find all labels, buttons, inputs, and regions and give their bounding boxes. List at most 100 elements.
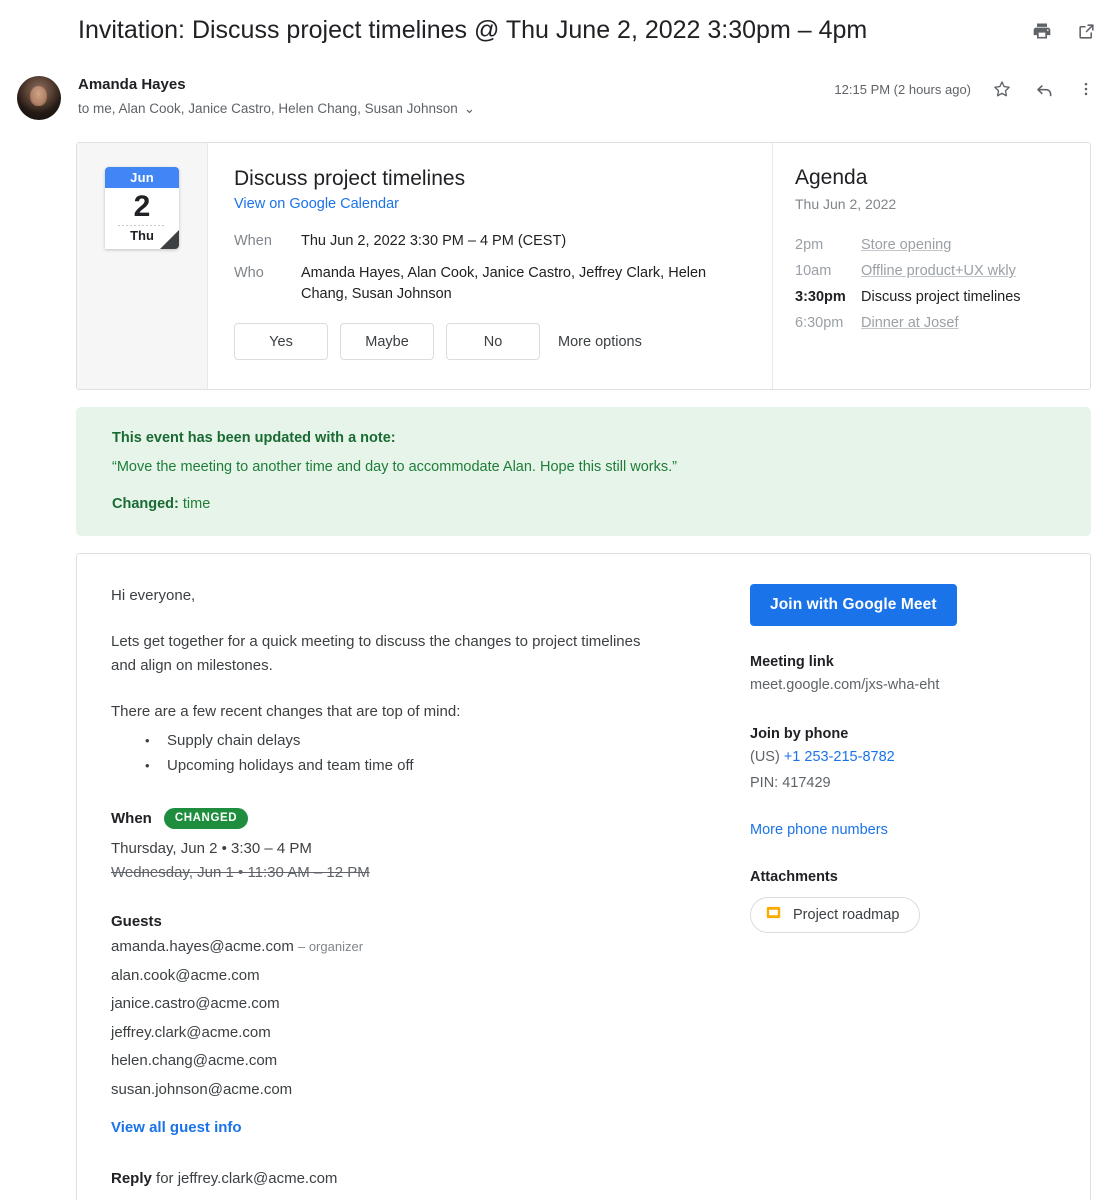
more-vert-icon[interactable] xyxy=(1075,78,1097,100)
note-body: “Move the meeting to another time and da… xyxy=(112,459,677,475)
guest-row: alan.cook@acme.com xyxy=(111,964,714,988)
agenda-item-time: 6:30pm xyxy=(795,315,844,331)
view-on-google-calendar-link[interactable]: View on Google Calendar xyxy=(234,196,399,212)
body-bullet-list: Supply chain delays Upcoming holidays an… xyxy=(111,728,714,778)
message-body-card: Hi everyone, Lets get together for a qui… xyxy=(76,553,1091,1200)
avatar-wrapper xyxy=(0,74,78,120)
guest-email: helen.chang@acme.com xyxy=(111,1052,278,1069)
calendar-divider xyxy=(118,225,166,226)
greeting-text: Hi everyone, xyxy=(111,587,196,604)
sender-info: Amanda Hayes to me, Alan Cook, Janice Ca… xyxy=(78,74,834,119)
event-updated-banner: This event has been updated with a note:… xyxy=(76,407,1091,536)
phone-number-link[interactable]: +1 253-215-8782 xyxy=(784,749,895,765)
subject-header: Invitation: Discuss project timelines @ … xyxy=(0,0,1115,62)
attachments-label: Attachments xyxy=(750,869,838,885)
note-changed-value: time xyxy=(182,496,211,512)
agenda-list: 2pm Store opening 10am Offline product+U… xyxy=(795,232,1068,336)
agenda-item-current[interactable]: 3:30pm Discuss project timelines xyxy=(795,284,1068,310)
agenda-title: Agenda xyxy=(795,166,868,189)
star-icon[interactable] xyxy=(991,78,1013,100)
open-in-new-icon[interactable] xyxy=(1075,20,1097,42)
event-who-row: Who Amanda Hayes, Alan Cook, Janice Cast… xyxy=(234,263,752,305)
guest-row: amanda.hayes@acme.com – organizer xyxy=(111,935,714,959)
agenda-item-time: 10am xyxy=(795,263,832,279)
event-fields: When Thu Jun 2, 2022 3:30 PM – 4 PM (CES… xyxy=(234,231,752,305)
avatar[interactable] xyxy=(17,76,61,120)
calendar-month: Jun xyxy=(105,167,179,188)
status-badge: CHANGED xyxy=(163,808,249,829)
agenda-item-name: Dinner at Josef xyxy=(861,315,959,331)
message-timestamp: 12:15 PM (2 hours ago) xyxy=(834,81,971,97)
guest-email: susan.johnson@acme.com xyxy=(111,1080,293,1098)
invitation-details: Discuss project timelines View on Google… xyxy=(208,143,772,389)
email-invitation-page: Invitation: Discuss project timelines @ … xyxy=(0,0,1115,1200)
calendar-chip-panel: Jun 2 Thu xyxy=(77,143,208,389)
note-changed-row: Changed: time xyxy=(112,496,1067,512)
view-all-guest-info-link[interactable]: View all guest info xyxy=(111,1119,242,1136)
guest-email: alan.cook@acme.com xyxy=(111,966,260,984)
agenda-item[interactable]: 6:30pm Dinner at Josef xyxy=(795,310,1068,336)
guest-email: amanda.hayes@acme.com xyxy=(111,938,294,955)
list-item: Supply chain delays xyxy=(145,728,714,753)
attachment-chip[interactable]: Project roadmap xyxy=(750,897,921,933)
rsvp-maybe-button[interactable]: Maybe xyxy=(340,323,434,360)
guest-email: jeffrey.clark@acme.com xyxy=(111,1023,271,1041)
body-paragraph-2: There are a few recent changes that are … xyxy=(111,703,461,720)
print-icon[interactable] xyxy=(1031,20,1053,42)
rsvp-no-button[interactable]: No xyxy=(446,323,540,360)
subject-actions xyxy=(1031,14,1097,42)
meeting-link-section: Meeting link meet.google.com/jxs-wha-eht xyxy=(750,654,1066,696)
agenda-item-time: 2pm xyxy=(795,237,824,253)
calendar-fold-icon xyxy=(160,230,179,249)
join-by-phone-section: Join by phone (US) +1 253-215-8782 PIN: … xyxy=(750,726,1066,794)
list-item: Upcoming holidays and team time off xyxy=(145,753,714,778)
guest-row: janice.castro@acme.com xyxy=(111,992,714,1016)
agenda-item[interactable]: 10am Offline product+UX wkly xyxy=(795,258,1068,284)
guests-label: Guests xyxy=(111,913,162,930)
event-title: Discuss project timelines xyxy=(234,167,466,190)
guest-email: janice.castro@acme.com xyxy=(111,995,280,1012)
phone-country-code: (US) xyxy=(750,749,780,765)
reply-for-email: for jeffrey.clark@acme.com xyxy=(156,1170,338,1187)
meeting-sidebar: Join with Google Meet Meeting link meet.… xyxy=(738,554,1090,1200)
message-header: Amanda Hayes to me, Alan Cook, Janice Ca… xyxy=(0,62,1115,124)
phone-number-row: (US) +1 253-215-8782 xyxy=(750,746,1066,768)
agenda-item-name: Discuss project timelines xyxy=(861,289,1021,305)
reply-icon[interactable] xyxy=(1033,78,1055,100)
event-who-value: Amanda Hayes, Alan Cook, Janice Castro, … xyxy=(301,265,707,302)
agenda-item[interactable]: 2pm Store opening xyxy=(795,232,1068,258)
guest-role: – organizer xyxy=(297,939,364,954)
guest-row: susan.johnson@acme.com xyxy=(111,1078,714,1102)
rsvp-more-options-link[interactable]: More options xyxy=(558,334,642,350)
event-when-label: When xyxy=(234,233,272,249)
rsvp-yes-button[interactable]: Yes xyxy=(234,323,328,360)
when-section-header: When CHANGED xyxy=(111,808,714,829)
when-old-time: Wednesday, Jun 1 • 11:30 AM – 12 PM xyxy=(111,864,370,881)
rsvp-button-group: Yes Maybe No More options xyxy=(234,323,752,360)
page-title: Invitation: Discuss project timelines @ … xyxy=(78,16,868,44)
guest-row: helen.chang@acme.com xyxy=(111,1049,714,1073)
slides-file-icon xyxy=(765,904,782,926)
meeting-link-label: Meeting link xyxy=(750,654,834,670)
agenda-item-name: Offline product+UX wkly xyxy=(861,263,1016,279)
agenda-item-time: 3:30pm xyxy=(795,289,846,305)
reply-label: Reply xyxy=(111,1170,152,1187)
agenda-panel: Agenda Thu Jun 2, 2022 2pm Store opening… xyxy=(772,143,1090,389)
event-when-value: Thu Jun 2, 2022 3:30 PM – 4 PM (CEST) xyxy=(301,233,567,249)
when-new-time: Thursday, Jun 2 • 3:30 – 4 PM xyxy=(111,840,312,857)
body-paragraph-1: Lets get together for a quick meeting to… xyxy=(111,633,641,674)
chevron-down-icon[interactable]: ⌄ xyxy=(464,99,475,119)
more-phone-numbers-link[interactable]: More phone numbers xyxy=(750,822,888,838)
guest-row: jeffrey.clark@acme.com xyxy=(111,1021,714,1045)
meeting-link-value[interactable]: meet.google.com/jxs-wha-eht xyxy=(750,674,1066,696)
join-with-google-meet-button[interactable]: Join with Google Meet xyxy=(750,584,957,626)
message-actions: 12:15 PM (2 hours ago) xyxy=(834,74,1097,100)
calendar-date-chip: Jun 2 Thu xyxy=(105,167,179,249)
sender-name: Amanda Hayes xyxy=(78,76,186,93)
calendar-weekday: Thu xyxy=(130,228,154,243)
recipient-line[interactable]: to me, Alan Cook, Janice Castro, Helen C… xyxy=(78,99,834,119)
message-body-text: Hi everyone, Lets get together for a qui… xyxy=(77,554,738,1200)
note-changed-label: Changed: xyxy=(112,496,179,512)
note-heading: This event has been updated with a note: xyxy=(112,430,396,446)
when-label: When xyxy=(111,810,152,827)
